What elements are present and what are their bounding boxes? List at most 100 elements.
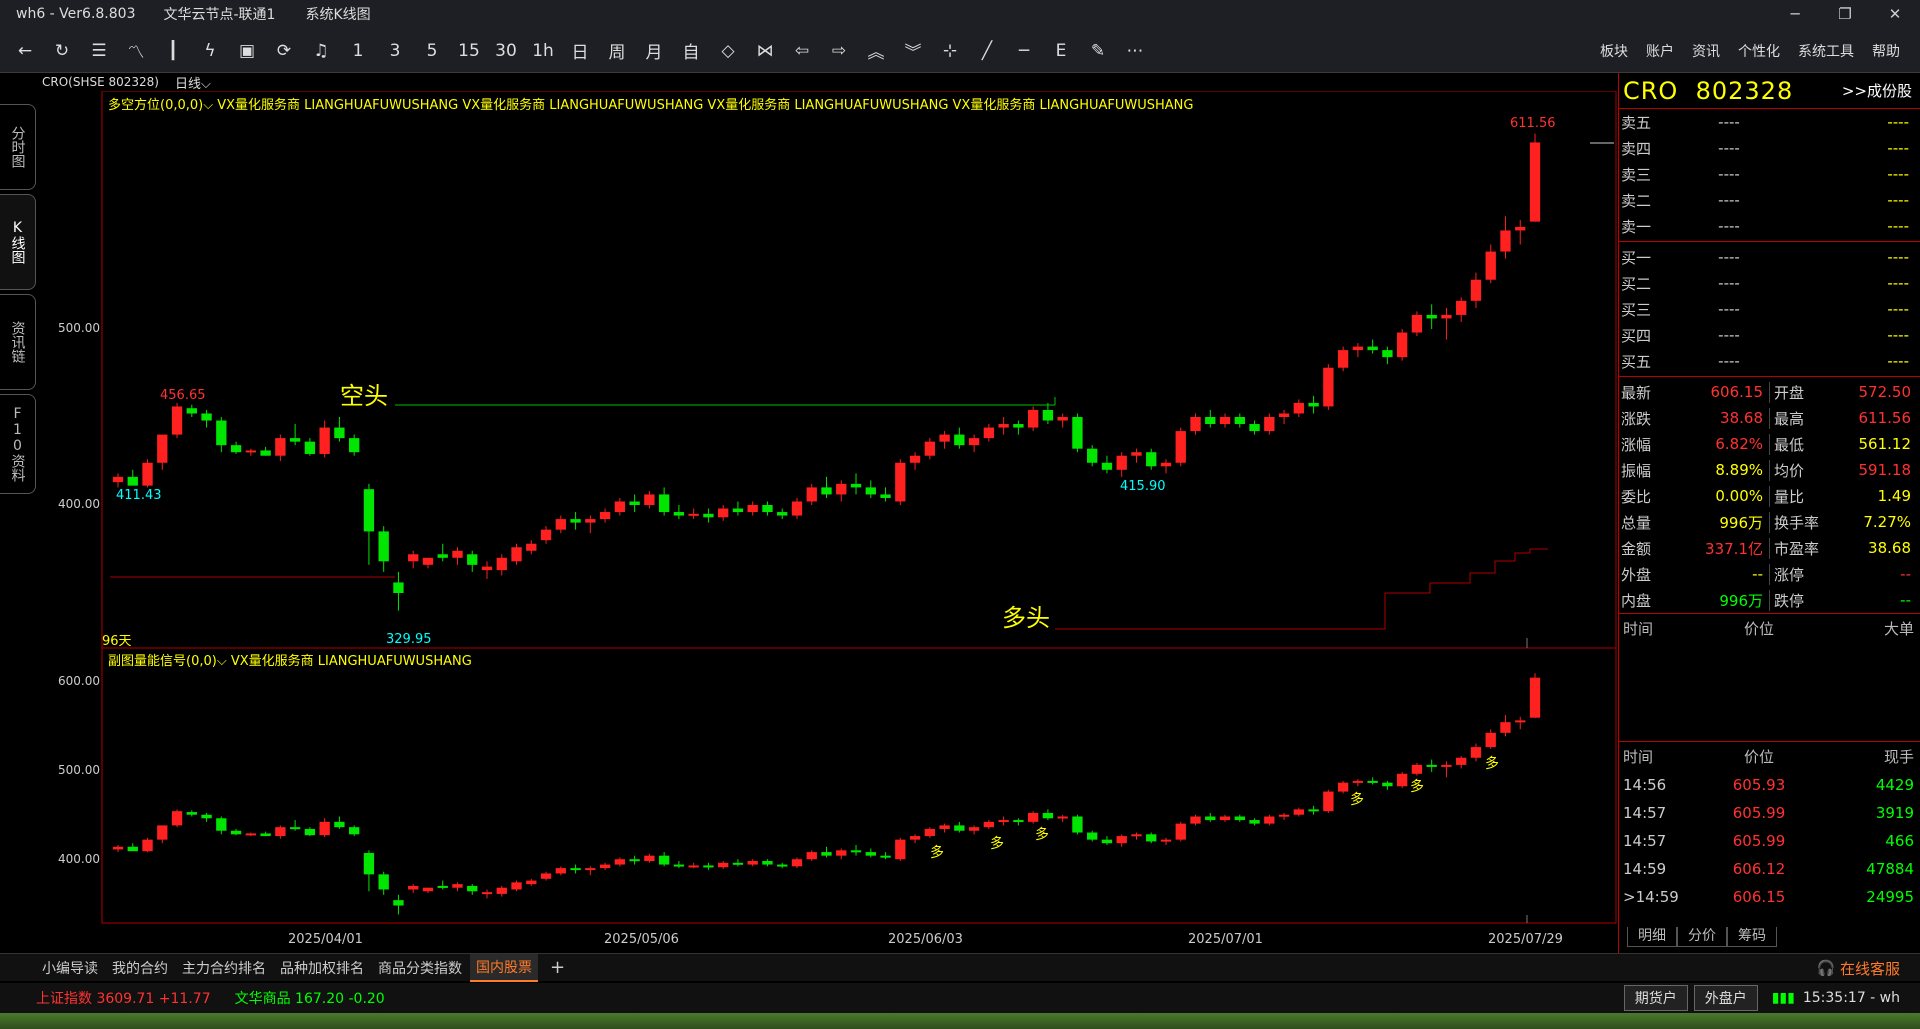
candle-body: [1411, 314, 1423, 333]
tab-price-dist[interactable]: 分价: [1677, 927, 1727, 947]
candle-body: [1205, 417, 1216, 425]
candle-body: [1249, 424, 1260, 432]
candle-body: [452, 884, 463, 888]
tab-detail[interactable]: 明细: [1627, 927, 1677, 947]
refresh-icon[interactable]: ↻: [47, 36, 77, 66]
minimize-button[interactable]: ─: [1770, 0, 1820, 28]
candle-body: [1175, 823, 1186, 840]
menu-tools[interactable]: 系统工具: [1798, 41, 1854, 61]
down-icon[interactable]: ︾: [898, 36, 928, 66]
draw-icon[interactable]: ▣: [232, 36, 262, 66]
constituents-link[interactable]: >>成份股: [1842, 80, 1912, 101]
period-5[interactable]: 5: [417, 36, 447, 66]
status-bar: 上证指数 3609.71 +11.77 文华商品 167.20 -0.20 期货…: [0, 983, 1920, 1013]
foreign-account-button[interactable]: 外盘户: [1693, 985, 1758, 1011]
prev-icon[interactable]: ⇦: [787, 36, 817, 66]
tab-commodity-index[interactable]: 商品分类指数: [372, 958, 468, 978]
period-custom[interactable]: 自: [676, 36, 706, 66]
candle-body: [289, 827, 301, 830]
candle-body: [275, 438, 286, 456]
candle-body: [1160, 839, 1172, 842]
tab-weighted-rank[interactable]: 品种加权排名: [274, 958, 370, 978]
candle-body: [939, 434, 950, 442]
period-day[interactable]: 日: [565, 36, 595, 66]
candle-body: [186, 812, 197, 815]
candle-body: [363, 852, 375, 875]
stat-row: 总量 996万 换手率 7.27%: [1621, 511, 1911, 533]
candle-body: [1087, 832, 1098, 840]
ask-row: 卖四 ---- ----: [1621, 139, 1909, 158]
signal-label: 多: [1410, 778, 1424, 795]
next-icon[interactable]: ⇨: [824, 36, 854, 66]
index-wenhua[interactable]: 文华商品 167.20 -0.20: [235, 988, 385, 1008]
futures-account-button[interactable]: 期货户: [1623, 985, 1688, 1011]
fib-icon[interactable]: Ε: [1046, 36, 1076, 66]
tab-domestic-stocks[interactable]: 国内股票: [470, 953, 538, 982]
candle-body: [1278, 413, 1290, 417]
candle-body: [850, 483, 862, 488]
menu-help[interactable]: 帮助: [1872, 41, 1900, 61]
signal-label: 多: [1035, 826, 1049, 843]
date-label: 2025/07/01: [1188, 932, 1263, 947]
candle-body: [216, 420, 227, 446]
period-1[interactable]: 1: [343, 36, 373, 66]
shrink-icon[interactable]: ◇: [713, 36, 743, 66]
up-icon[interactable]: ︽: [861, 36, 891, 66]
cycle-icon[interactable]: ⟳: [269, 36, 299, 66]
add-tab-icon[interactable]: +: [550, 957, 565, 978]
label-low2: 329.95: [386, 632, 432, 647]
candle-body: [762, 505, 773, 513]
close-button[interactable]: ✕: [1870, 0, 1920, 28]
period-15[interactable]: 15: [454, 36, 484, 66]
line-tool-icon[interactable]: ╱: [972, 36, 1002, 66]
period-30[interactable]: 30: [491, 36, 521, 66]
kline-chart[interactable]: 多多多多多多: [0, 91, 1618, 953]
period-selector[interactable]: 日线⌵: [175, 73, 211, 92]
period-month[interactable]: 月: [639, 36, 669, 66]
candle-body: [526, 880, 537, 885]
menu-personalize[interactable]: 个性化: [1738, 41, 1780, 61]
analysis-icon[interactable]: ϟ: [195, 36, 225, 66]
candle-body: [1146, 452, 1157, 467]
eraser-icon[interactable]: ✎: [1083, 36, 1113, 66]
period-3[interactable]: 3: [380, 36, 410, 66]
tab-main-contract-rank[interactable]: 主力合约排名: [176, 958, 272, 978]
bid-book: 买一 ---- ---- 买二 ---- ---- 买三 ---- ---- 买四 ---- ----…: [1619, 244, 1920, 374]
label-days: 96天: [102, 634, 132, 649]
bell-icon[interactable]: ♫: [306, 36, 336, 66]
signal-label: 多: [1485, 755, 1499, 772]
app-title: wh6 - Ver6.8.803: [16, 6, 136, 22]
candle-body: [585, 519, 596, 523]
line-chart-icon[interactable]: 〽: [121, 36, 151, 66]
main-axis-500: 500.00: [58, 321, 100, 335]
index-shanghai[interactable]: 上证指数 3609.71 +11.77: [36, 988, 211, 1008]
candle-icon[interactable]: ┃: [158, 36, 188, 66]
candle-body: [836, 850, 847, 856]
candle-body: [1441, 314, 1452, 319]
period-1h[interactable]: 1h: [528, 36, 558, 66]
expand-icon[interactable]: ⋈: [750, 36, 780, 66]
tab-chips[interactable]: 筹码: [1727, 927, 1777, 947]
candle-body: [1337, 782, 1349, 792]
more-icon[interactable]: ⋯: [1120, 36, 1150, 66]
hline-tool-icon[interactable]: ─: [1009, 36, 1039, 66]
back-icon[interactable]: ←: [10, 36, 40, 66]
online-service-button[interactable]: 🎧 在线客服: [1817, 954, 1900, 982]
candle-body: [644, 855, 655, 861]
candle-body: [836, 483, 847, 495]
main-indicator-name[interactable]: 多空方位(0,0,0): [108, 98, 203, 113]
sub-indicator-name[interactable]: 副图量能信号(0,0): [108, 654, 217, 669]
menu-news[interactable]: 资讯: [1692, 41, 1720, 61]
candle-body: [777, 864, 788, 867]
period-week[interactable]: 周: [602, 36, 632, 66]
menu-account[interactable]: 账户: [1646, 41, 1674, 61]
menu-sector[interactable]: 板块: [1600, 41, 1628, 61]
tab-guide[interactable]: 小编导读: [36, 958, 104, 978]
list-icon[interactable]: ☰: [84, 36, 114, 66]
candle-body: [1323, 791, 1334, 812]
candle-body: [806, 852, 817, 860]
tab-my-contracts[interactable]: 我的合约: [106, 958, 174, 978]
restore-button[interactable]: ❐: [1820, 0, 1870, 28]
candle-body: [850, 850, 862, 853]
crosshair-icon[interactable]: ⊹: [935, 36, 965, 66]
